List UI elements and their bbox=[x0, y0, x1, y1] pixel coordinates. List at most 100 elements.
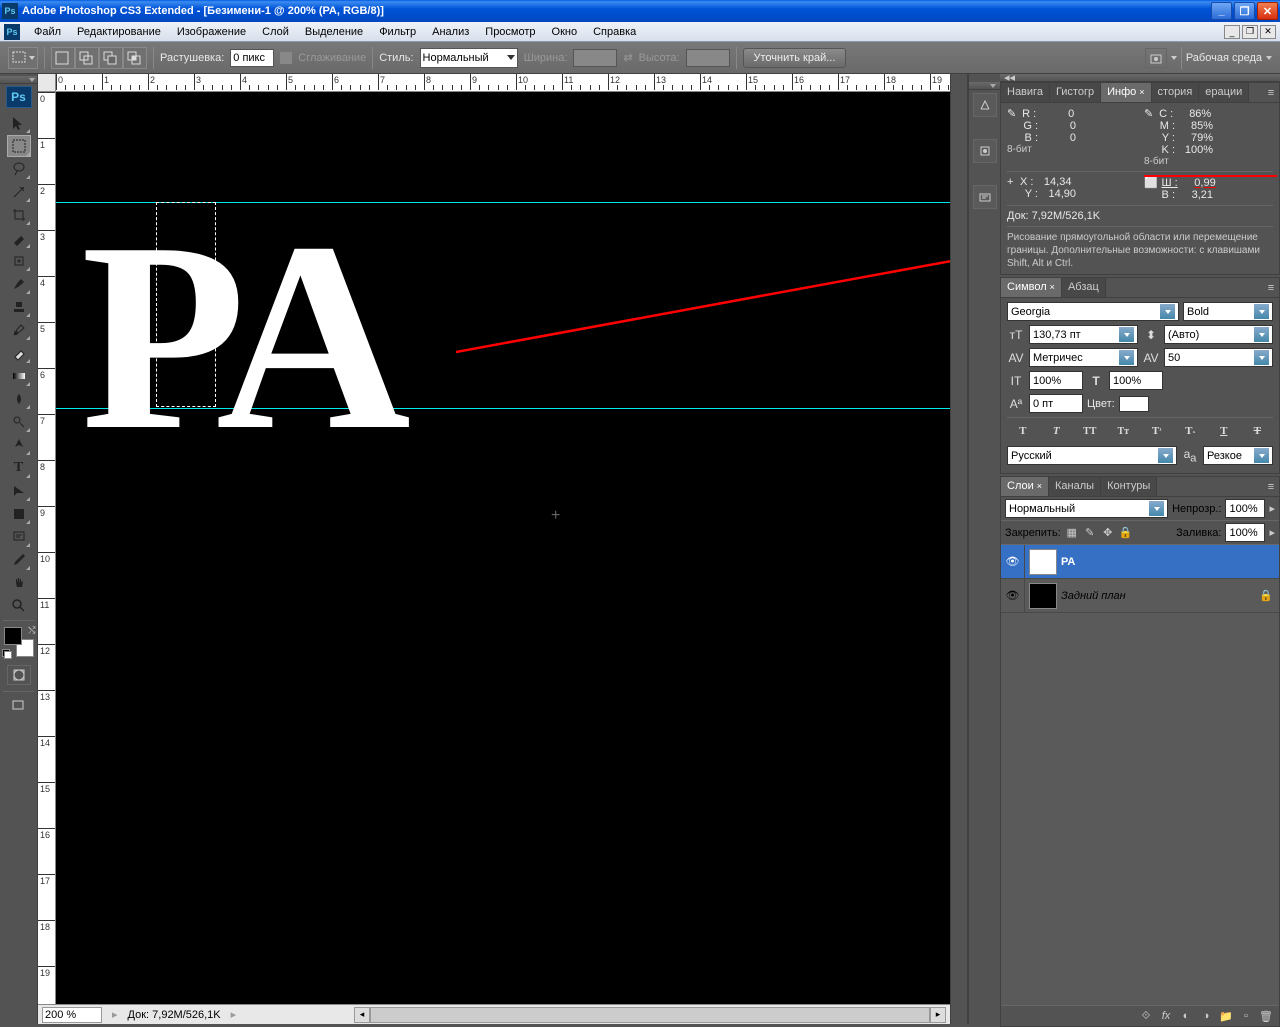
font-family-select[interactable]: Georgia bbox=[1007, 302, 1179, 321]
visibility-icon[interactable]: 👁 bbox=[1001, 579, 1025, 612]
gradient-tool[interactable] bbox=[7, 365, 31, 387]
document-canvas[interactable]: PA + bbox=[56, 92, 950, 1004]
lock-position-icon[interactable]: ✥ bbox=[1101, 526, 1115, 540]
stamp-tool[interactable] bbox=[7, 296, 31, 318]
language-select[interactable]: Русский bbox=[1007, 446, 1177, 465]
doc-close-button[interactable]: ✕ bbox=[1260, 25, 1276, 39]
close-button[interactable]: ✕ bbox=[1257, 2, 1278, 20]
font-size-select[interactable]: 130,73 пт bbox=[1029, 325, 1138, 344]
vscale-input[interactable] bbox=[1029, 371, 1083, 390]
panel-menu-icon[interactable]: ≡ bbox=[1263, 278, 1279, 297]
hscale-input[interactable] bbox=[1109, 371, 1163, 390]
eyedropper-tool[interactable] bbox=[7, 549, 31, 571]
doc-minimize-button[interactable]: _ bbox=[1224, 25, 1240, 39]
layer-mask-icon[interactable]: ◐ bbox=[1177, 1008, 1195, 1024]
tab-character[interactable]: Символ× bbox=[1001, 278, 1062, 297]
collapsed-dock[interactable] bbox=[950, 74, 968, 1024]
lock-pixels-icon[interactable]: ✎ bbox=[1083, 526, 1097, 540]
blend-mode-select[interactable]: Нормальный bbox=[1005, 499, 1168, 518]
slice-tool[interactable] bbox=[7, 227, 31, 249]
faux-italic-button[interactable]: T bbox=[1041, 422, 1073, 440]
marquee-tool[interactable] bbox=[7, 135, 31, 157]
tab-history[interactable]: стория bbox=[1152, 83, 1200, 102]
type-tool[interactable]: T bbox=[7, 457, 31, 479]
tab-info[interactable]: Инфо× bbox=[1101, 83, 1151, 102]
wand-tool[interactable] bbox=[7, 181, 31, 203]
layer-row[interactable]: 👁 Задний план 🔒 bbox=[1001, 579, 1279, 613]
leading-select[interactable]: (Авто) bbox=[1164, 325, 1273, 344]
allcaps-button[interactable]: TT bbox=[1074, 422, 1106, 440]
feather-input[interactable] bbox=[230, 49, 274, 67]
scroll-left-button[interactable]: ◂ bbox=[354, 1007, 370, 1023]
style-select[interactable]: Нормальный bbox=[420, 48, 518, 68]
screenmode-button[interactable] bbox=[7, 696, 31, 716]
link-layers-icon[interactable]: ⟐ bbox=[1137, 1008, 1155, 1024]
dodge-tool[interactable] bbox=[7, 411, 31, 433]
bridge-icon[interactable] bbox=[1145, 48, 1167, 68]
lock-all-icon[interactable]: 🔒 bbox=[1119, 526, 1133, 540]
kerning-select[interactable]: Метричес bbox=[1029, 348, 1138, 367]
layer-thumbnail[interactable]: T bbox=[1029, 549, 1057, 575]
pen-tool[interactable] bbox=[7, 434, 31, 456]
baseline-input[interactable] bbox=[1029, 394, 1083, 413]
quickmask-button[interactable] bbox=[7, 665, 31, 685]
subscript-button[interactable]: T₁ bbox=[1175, 422, 1207, 440]
healing-tool[interactable] bbox=[7, 250, 31, 272]
zoom-input[interactable] bbox=[42, 1007, 102, 1023]
selection-new-icon[interactable] bbox=[51, 47, 75, 69]
panel-menu-icon[interactable]: ≡ bbox=[1263, 83, 1279, 102]
hand-tool[interactable] bbox=[7, 572, 31, 594]
menu-analysis[interactable]: Анализ bbox=[424, 24, 477, 40]
path-tool[interactable] bbox=[7, 480, 31, 502]
superscript-button[interactable]: T¹ bbox=[1141, 422, 1173, 440]
foreground-color-swatch[interactable] bbox=[4, 627, 22, 645]
faux-bold-button[interactable]: T bbox=[1007, 422, 1039, 440]
tool-preset-picker[interactable] bbox=[8, 47, 38, 69]
vertical-ruler[interactable]: 01234567891011121314151617181920 bbox=[38, 92, 56, 1004]
workspace-label[interactable]: Рабочая среда bbox=[1186, 52, 1262, 64]
adjustment-layer-icon[interactable]: ◑ bbox=[1197, 1008, 1215, 1024]
scroll-right-button[interactable]: ▸ bbox=[930, 1007, 946, 1023]
layer-group-icon[interactable]: 📁 bbox=[1217, 1008, 1235, 1024]
selection-add-icon[interactable] bbox=[75, 47, 99, 69]
layer-name[interactable]: Задний план bbox=[1061, 590, 1259, 602]
menu-filter[interactable]: Фильтр bbox=[371, 24, 424, 40]
layer-fx-icon[interactable]: fx bbox=[1157, 1008, 1175, 1024]
history-brush-tool[interactable] bbox=[7, 319, 31, 341]
menu-file[interactable]: Файл bbox=[26, 24, 69, 40]
tab-channels[interactable]: Каналы bbox=[1049, 477, 1101, 496]
maximize-button[interactable]: ❐ bbox=[1234, 2, 1255, 20]
lasso-tool[interactable] bbox=[7, 158, 31, 180]
antialias-select[interactable]: Резкое bbox=[1203, 446, 1273, 465]
doc-restore-button[interactable]: ❐ bbox=[1242, 25, 1258, 39]
opacity-input[interactable] bbox=[1225, 499, 1265, 518]
new-layer-icon[interactable]: ▫ bbox=[1237, 1008, 1255, 1024]
horizontal-ruler[interactable]: /*populated below*/ 01234567891011121314… bbox=[38, 74, 950, 92]
refine-edge-button[interactable]: Уточнить край... bbox=[743, 48, 847, 68]
tab-paths[interactable]: Контуры bbox=[1101, 477, 1157, 496]
shape-tool[interactable] bbox=[7, 503, 31, 525]
layer-row[interactable]: 👁 T РА bbox=[1001, 545, 1279, 579]
tracking-select[interactable]: 50 bbox=[1164, 348, 1273, 367]
menu-window[interactable]: Окно bbox=[544, 24, 586, 40]
zoom-tool[interactable] bbox=[7, 595, 31, 617]
brush-tool[interactable] bbox=[7, 273, 31, 295]
font-style-select[interactable]: Bold bbox=[1183, 302, 1273, 321]
eraser-tool[interactable] bbox=[7, 342, 31, 364]
menu-layer[interactable]: Слой bbox=[254, 24, 297, 40]
smallcaps-button[interactable]: Tт bbox=[1108, 422, 1140, 440]
panel-menu-icon[interactable]: ≡ bbox=[1263, 477, 1279, 496]
lock-transparency-icon[interactable]: ▦ bbox=[1065, 526, 1079, 540]
selection-intersect-icon[interactable] bbox=[123, 47, 147, 69]
visibility-icon[interactable]: 👁 bbox=[1001, 545, 1025, 578]
tab-paragraph[interactable]: Абзац bbox=[1062, 278, 1106, 297]
layer-name[interactable]: РА bbox=[1061, 556, 1279, 568]
crop-tool[interactable] bbox=[7, 204, 31, 226]
default-colors-icon[interactable] bbox=[2, 649, 12, 659]
text-color-swatch[interactable] bbox=[1119, 396, 1149, 412]
swap-colors-icon[interactable]: ⤭ bbox=[28, 625, 35, 636]
notes-tool[interactable] bbox=[7, 526, 31, 548]
underline-button[interactable]: T bbox=[1208, 422, 1240, 440]
panel-icon-2[interactable] bbox=[973, 139, 997, 163]
color-swatches[interactable]: ⤭ bbox=[4, 627, 34, 657]
